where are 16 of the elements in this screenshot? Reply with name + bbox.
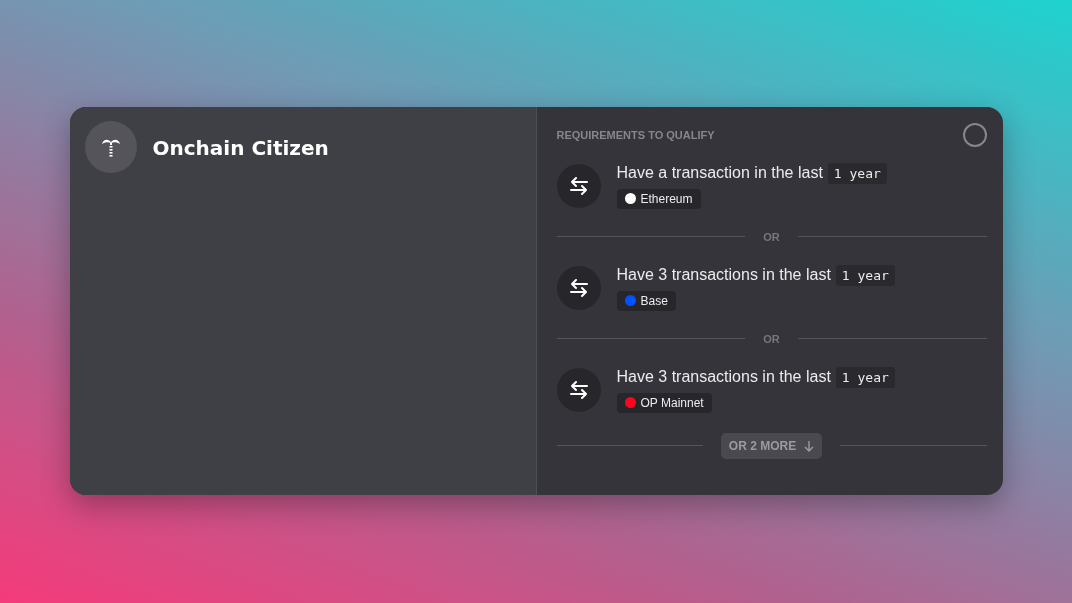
status-circle-icon — [962, 122, 987, 147]
or-label: OR — [763, 332, 780, 345]
chain-name: OP Mainnet — [640, 395, 704, 410]
requirement-text: Have 3 transactions in the last — [616, 368, 831, 386]
section-heading: REQUIREMENTS TO QUALIFY — [556, 128, 715, 141]
requirement-text: Have 3 transactions in the last — [616, 266, 831, 284]
or-label: OR — [763, 230, 780, 243]
guild-title: Onchain Citizen — [152, 135, 329, 160]
period-tag: 1 year — [835, 366, 895, 388]
requirement-text: Have a transaction in the last — [616, 164, 823, 182]
period-tag: 1 year — [835, 264, 895, 286]
show-more-button[interactable]: OR 2 MORE — [720, 432, 823, 459]
period-tag: 1 year — [827, 162, 887, 184]
arrow-down-icon — [804, 439, 815, 452]
chain-name: Base — [640, 293, 668, 308]
chain-name: Ethereum — [640, 191, 693, 206]
